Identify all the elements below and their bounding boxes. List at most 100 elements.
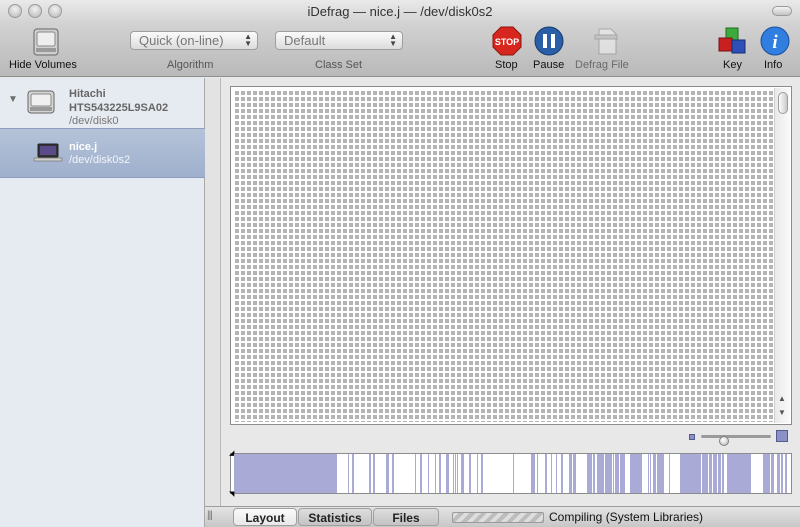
overview-used-segment	[588, 454, 592, 493]
algorithm-select[interactable]: Quick (on-line) ▲ ▼	[130, 31, 258, 50]
overview-used-segment	[551, 454, 552, 493]
stop-label: Stop	[495, 59, 518, 71]
overview-used-segment	[630, 454, 635, 493]
overview-used-segment	[782, 454, 783, 493]
overview-used-segment	[785, 454, 787, 493]
hard-disk-icon	[27, 90, 55, 114]
tab-layout[interactable]: Layout	[233, 508, 297, 526]
overview-used-segment	[620, 454, 624, 493]
overview-used-segment	[448, 454, 449, 493]
overview-used-segment	[734, 454, 738, 493]
toolbar: Hide Volumes Quick (on-line) ▲ ▼ Algorith…	[0, 24, 800, 77]
overview-used-segment	[648, 454, 649, 493]
overview-used-segment	[533, 454, 535, 493]
overview-used-segment	[537, 454, 538, 493]
overview-used-segment	[477, 454, 478, 493]
overview-used-segment	[727, 454, 730, 493]
disk-model: HTS543225L9SA02	[69, 102, 169, 114]
overview-used-segment	[234, 454, 337, 493]
overview-used-segment	[662, 454, 663, 493]
class-set-label: Class Set	[315, 59, 363, 71]
window-title: iDefrag — nice.j — /dev/disk0s2	[307, 4, 493, 19]
overview-used-segment	[650, 454, 651, 493]
key-label: Key	[723, 59, 742, 71]
overview-used-segment	[545, 454, 547, 493]
overview-used-segment	[373, 454, 375, 493]
overview-used-segment	[587, 454, 588, 493]
overview-used-segment	[428, 454, 429, 493]
overview-used-segment	[781, 454, 782, 493]
scroll-down-arrow-icon[interactable]: ▼	[778, 408, 786, 417]
zoom-out-icon[interactable]	[689, 434, 695, 440]
overview-used-segment	[713, 454, 717, 493]
split-view-divider[interactable]	[205, 78, 221, 527]
overview-used-segment	[691, 454, 695, 493]
algorithm-label: Algorithm	[167, 59, 214, 71]
overview-used-segment	[669, 454, 670, 493]
laptop-icon	[33, 143, 63, 162]
zoom-slider[interactable]	[701, 435, 771, 446]
title-bar: iDefrag — nice.j — /dev/disk0s2	[0, 0, 800, 24]
status-text: Compiling (System Libraries)	[549, 510, 704, 524]
overview-used-segment	[386, 454, 388, 493]
info-label: Info	[764, 59, 783, 71]
disk-item[interactable]: ▼ Hitachi HTS543225L9SA02 /dev/disk0	[0, 78, 205, 128]
zoom-in-icon[interactable]	[776, 430, 788, 442]
volumes-sidebar: ▼ Hitachi HTS543225L9SA02 /dev/disk0 nic…	[0, 78, 205, 527]
document-clamp-icon	[594, 28, 618, 55]
overview-used-segment	[686, 454, 691, 493]
overview-used-segment	[369, 454, 371, 493]
tab-statistics[interactable]: Statistics	[298, 508, 372, 526]
overview-used-segment	[531, 454, 533, 493]
scroll-up-arrow-icon[interactable]: ▲	[778, 394, 786, 403]
disclosure-triangle-icon[interactable]: ▼	[8, 94, 18, 105]
overview-used-segment	[415, 454, 416, 493]
defrag-file-label: Defrag File	[575, 59, 629, 71]
overview-used-segment	[561, 454, 563, 493]
overview-used-segment	[439, 454, 441, 493]
class-set-select[interactable]: Default ▲ ▼	[275, 31, 403, 50]
overview-used-segment	[457, 454, 458, 493]
overview-used-segment	[462, 454, 464, 493]
volume-item[interactable]: nice.j /dev/disk0s2	[0, 128, 205, 178]
overview-used-segment	[744, 454, 748, 493]
overview-used-segment	[709, 454, 712, 493]
overview-used-segment	[461, 454, 462, 493]
overview-used-segment	[771, 454, 774, 493]
overview-used-segment	[624, 454, 625, 493]
overview-used-segment	[704, 454, 705, 493]
overview-used-segment	[569, 454, 570, 493]
overview-used-segment	[661, 454, 662, 493]
overview-end-marker-icon: ◥	[229, 491, 235, 498]
tab-files[interactable]: Files	[373, 508, 439, 526]
activity-progress-bar	[452, 512, 544, 523]
overview-used-segment	[615, 454, 619, 493]
toolbar-toggle-button[interactable]	[772, 6, 792, 16]
disk-overview-bar[interactable]: ◢ ◥	[229, 450, 792, 498]
volume-name: nice.j	[69, 141, 98, 153]
block-grid	[233, 89, 773, 422]
hide-volumes-label: Hide Volumes	[9, 59, 77, 71]
scroll-thumb[interactable]	[778, 92, 788, 114]
overview-used-segment	[352, 454, 354, 493]
class-set-value: Default	[284, 33, 326, 48]
overview-used-segment	[556, 454, 557, 493]
overview-used-segment	[469, 454, 471, 493]
overview-used-segment	[738, 454, 742, 493]
resize-grip-icon[interactable]: |||	[207, 510, 213, 521]
overview-used-segment	[513, 454, 514, 493]
overview-used-segment	[722, 454, 724, 493]
map-vertical-scrollbar[interactable]: ▲ ▼	[774, 88, 790, 423]
zoom-slider-knob[interactable]	[719, 436, 729, 446]
overview-used-segment	[653, 454, 656, 493]
select-arrows-icon: ▲ ▼	[244, 32, 252, 48]
info-glyph: i	[772, 32, 778, 53]
overview-used-segment	[695, 454, 697, 493]
overview-used-segment	[697, 454, 698, 493]
overview-used-segment	[610, 454, 612, 493]
disk-name: Hitachi	[69, 88, 106, 100]
overview-used-segment	[420, 454, 422, 493]
overview-used-segment	[777, 454, 780, 493]
disk-block-map[interactable]: ▲ ▼	[230, 86, 792, 425]
overview-used-segment	[482, 454, 483, 493]
